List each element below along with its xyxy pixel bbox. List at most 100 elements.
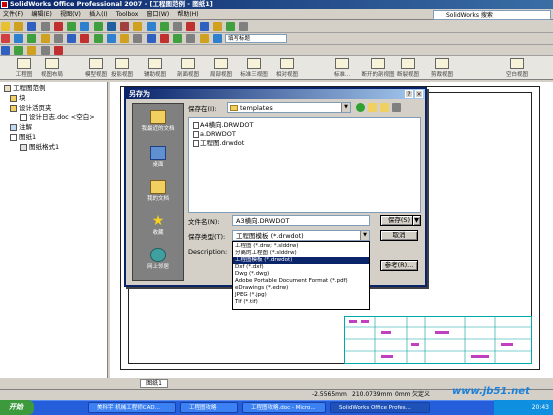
zoom-area-icon[interactable]: [14, 46, 24, 55]
note-icon[interactable]: [1, 34, 10, 43]
filetype-option[interactable]: 工程图 (*.drw; *.slddrw): [233, 243, 369, 250]
cosmetic-thread-icon[interactable]: [173, 34, 183, 43]
print-icon[interactable]: [40, 22, 50, 31]
tab-sheet1[interactable]: 图纸1: [140, 379, 168, 388]
centermark-icon[interactable]: [80, 34, 90, 43]
previous-view-icon[interactable]: [40, 46, 50, 55]
weld-icon[interactable]: [40, 34, 50, 43]
redraw-icon[interactable]: [53, 46, 63, 55]
close-button[interactable]: ×: [415, 90, 423, 98]
view-layout-icon: [45, 58, 59, 69]
save-options-dropdown[interactable]: ▼: [412, 215, 421, 226]
datum-icon[interactable]: [53, 34, 63, 43]
rotate-icon[interactable]: [225, 22, 235, 31]
start-button[interactable]: 开始: [0, 400, 34, 415]
rebuild-icon[interactable]: [67, 22, 77, 31]
menu-view[interactable]: 视图(V): [57, 9, 84, 20]
arc-icon[interactable]: [133, 22, 143, 31]
revision-icon[interactable]: [146, 34, 156, 43]
align-icon[interactable]: [212, 34, 222, 43]
filetype-option[interactable]: JPEG (*.jpg): [233, 292, 369, 299]
status-z: 0mm: [395, 391, 411, 398]
spline-icon[interactable]: [159, 22, 169, 31]
file-item[interactable]: a.DRWDOT: [193, 130, 236, 138]
open-icon[interactable]: [14, 22, 24, 31]
undo-icon[interactable]: [53, 22, 63, 31]
filetype-option[interactable]: Tif (*.tif): [233, 299, 369, 306]
tree-item-design-binder[interactable]: 设计活页夹: [10, 104, 52, 112]
taskbar-item[interactable]: 美科宇 机械工程师CAD...: [88, 402, 176, 413]
place-network[interactable]: 网上邻居: [133, 248, 183, 270]
relations-icon[interactable]: [186, 22, 196, 31]
surface-finish-icon[interactable]: [27, 34, 37, 43]
file-item[interactable]: 工程图.drwdot: [193, 139, 244, 147]
select-icon[interactable]: [80, 22, 90, 31]
layer-icon[interactable]: [186, 34, 196, 43]
filetype-option-selected[interactable]: 工程图模板 (*.drwdot): [233, 257, 369, 264]
centerline-icon[interactable]: [93, 34, 103, 43]
filetype-option[interactable]: Adobe Portable Document Format (*.pdf): [233, 278, 369, 285]
style-select[interactable]: 填写标题: [224, 34, 287, 43]
cmd-view-layout[interactable]: 视图布局: [30, 57, 74, 79]
taskbar-item[interactable]: 工程图攻略: [180, 402, 238, 413]
filetype-option[interactable]: Dwg (*.dwg): [233, 271, 369, 278]
section-view-icon: [181, 58, 195, 69]
new-icon[interactable]: [1, 22, 10, 31]
new-folder-icon[interactable]: [380, 103, 389, 112]
line-icon[interactable]: [106, 22, 116, 31]
tolerance-icon[interactable]: [67, 34, 77, 43]
hatch-icon[interactable]: [106, 34, 116, 43]
zoom-icon[interactable]: [199, 22, 209, 31]
balloon-icon[interactable]: [14, 34, 24, 43]
taskbar-item-active[interactable]: SolidWorks Office Profes...: [330, 402, 430, 413]
tree-item-sheet-format[interactable]: 图纸格式1: [20, 143, 59, 151]
back-icon[interactable]: [356, 103, 365, 112]
rectangle-icon[interactable]: [146, 22, 156, 31]
zoom-fit-icon[interactable]: [1, 46, 10, 55]
zoom-inout-icon[interactable]: [27, 46, 37, 55]
cmd-relative-view[interactable]: 相对视图: [265, 57, 309, 79]
filetype-select[interactable]: 工程图模板 (*.drwdot) ▼: [232, 230, 370, 241]
tree-item-blocks[interactable]: 块: [10, 94, 26, 102]
look-in-select[interactable]: templates ▼: [227, 102, 351, 113]
menu-toolbox[interactable]: Toolbox: [113, 9, 142, 20]
menu-edit[interactable]: 编辑(E): [28, 9, 54, 20]
menu-file[interactable]: 文件(F): [0, 9, 26, 20]
references-button[interactable]: 参考(R)...: [380, 260, 418, 271]
circle-icon[interactable]: [120, 22, 130, 31]
sketch-icon[interactable]: [93, 22, 103, 31]
hole-callout-icon[interactable]: [159, 34, 169, 43]
taskbar-item[interactable]: 工程图攻略.doc - Micro...: [242, 402, 326, 413]
place-recent[interactable]: 我最近的文档: [133, 110, 183, 132]
block-icon[interactable]: [120, 34, 130, 43]
filetype-option[interactable]: Dxf (*.dxf): [233, 264, 369, 271]
pan-icon[interactable]: [212, 22, 222, 31]
search-input[interactable]: SolidWorks 搜索: [433, 10, 551, 20]
tree-item-design-journal[interactable]: 设计日志.doc <空白>: [20, 113, 95, 121]
file-item[interactable]: A4横向.DRWDOT: [193, 121, 253, 129]
font-icon[interactable]: [199, 34, 209, 43]
save-icon[interactable]: [27, 22, 37, 31]
dimension-icon[interactable]: [173, 22, 183, 31]
cmd-empty-view[interactable]: 空白视图: [495, 57, 539, 79]
filetype-option[interactable]: 分离的工程图 (*.slddrw): [233, 250, 369, 257]
menu-insert[interactable]: 插入(I): [86, 9, 110, 20]
tree-item-sheet1[interactable]: 图纸1: [10, 133, 36, 141]
cancel-button[interactable]: 取消: [380, 230, 418, 241]
filetype-option[interactable]: eDrawings (*.edrw): [233, 285, 369, 292]
help-button[interactable]: ?: [405, 90, 413, 98]
table-icon[interactable]: [133, 34, 143, 43]
filename-input[interactable]: A3横向.DRWDOT: [232, 215, 370, 226]
status-y: 210.0739mm: [352, 391, 393, 398]
menu-window[interactable]: 窗口(W): [144, 9, 173, 20]
up-folder-icon[interactable]: [368, 103, 377, 112]
place-my-documents[interactable]: 我的文档: [133, 180, 183, 202]
place-desktop[interactable]: 桌面: [133, 146, 183, 168]
tree-item-annotations[interactable]: 注解: [10, 123, 32, 131]
options-icon[interactable]: [239, 22, 249, 31]
views-menu-icon[interactable]: [392, 103, 401, 112]
tree-item-drawing[interactable]: 工程图范例: [4, 84, 46, 92]
cmd-crop-view[interactable]: 剪裁视图: [420, 57, 464, 79]
menu-help[interactable]: 帮助(H): [174, 9, 201, 20]
place-favorites[interactable]: ★ 收藏: [133, 214, 183, 236]
